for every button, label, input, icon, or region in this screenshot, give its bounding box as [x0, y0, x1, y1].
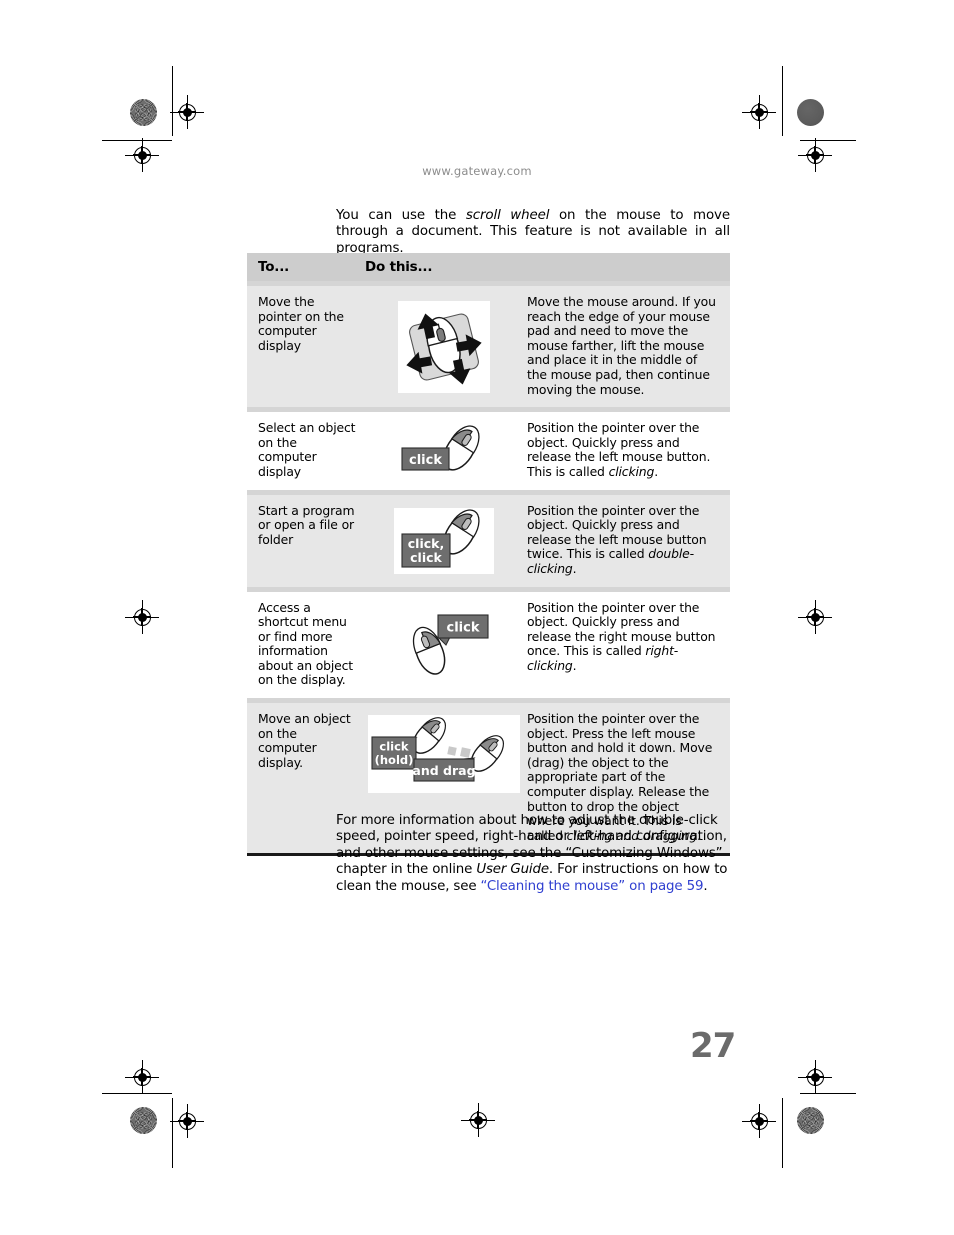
table-row: Start a program or open a file or folder… [247, 494, 730, 587]
callout-label-hold: (hold) [375, 753, 414, 767]
cell-do-description: Position the pointer over the object. Qu… [523, 592, 730, 699]
cell-to-label: Select an object on the computer display [258, 420, 356, 479]
registration-mark [125, 1060, 159, 1094]
registration-mark [742, 1104, 776, 1138]
registration-mark [461, 1103, 495, 1137]
callout-label-click-1: click, [408, 536, 444, 551]
trim-line [782, 1098, 784, 1168]
table-row: Select an object on the computer display… [247, 412, 730, 490]
trim-line [782, 66, 784, 136]
density-patch [797, 1107, 824, 1134]
cell-do-description: Position the pointer over the object. Qu… [523, 495, 730, 587]
callout-label-click-2: click [410, 550, 442, 565]
callout-label-click: click [379, 740, 409, 754]
column-header-to: To... [258, 259, 290, 275]
do-tail: . [654, 463, 659, 479]
registration-mark [798, 1060, 832, 1094]
closing-emphasis-user-guide: User Guide [476, 862, 549, 878]
mouse-on-pad-with-arrows-icon [398, 300, 490, 393]
cross-reference-link-cleaning-the-mouse[interactable]: “Cleaning the mouse” on page 59 [481, 879, 704, 894]
table-row: Access a shortcut menu or find more info… [247, 591, 730, 699]
cell-to-label: Start a program or open a file or folder [258, 502, 355, 547]
registration-mark [170, 95, 204, 129]
do-text: Position the pointer over the object. Qu… [527, 599, 716, 659]
density-patch [130, 99, 157, 126]
cell-do-description: Position the pointer over the object. Qu… [523, 412, 730, 489]
cell-illustration: click, click [365, 495, 523, 587]
intro-paragraph-block: You can use the scroll wheel on the mous… [336, 208, 730, 257]
intro-text-part1: You can use the [336, 208, 466, 223]
callout-label-and-drag: and drag [412, 763, 475, 778]
registration-mark [798, 600, 832, 634]
cell-illustration [365, 286, 523, 407]
density-patch [797, 99, 824, 126]
do-tail: . [572, 657, 577, 673]
mouse-double-click-icon: click, click [394, 507, 494, 574]
table-header-row: To... Do this... [247, 253, 730, 281]
registration-mark [742, 95, 776, 129]
trim-line [800, 1093, 856, 1095]
registration-mark [125, 600, 159, 634]
do-emphasis: clicking [608, 463, 655, 479]
intro-emphasis-scroll-wheel: scroll wheel [465, 208, 550, 223]
mouse-left-click-icon: click [394, 423, 494, 478]
cell-illustration: click [365, 412, 523, 489]
closing-text-part3: . [703, 878, 708, 894]
cell-illustration: click [365, 592, 523, 699]
callout-label-click: click [447, 620, 480, 635]
do-tail: . [572, 560, 577, 576]
mouse-click-and-drag-icon: click (hold) and drag [368, 715, 520, 794]
callout-label-click: click [409, 453, 442, 468]
cell-to-label: Access a shortcut menu or find more info… [258, 599, 354, 688]
closing-paragraph: For more information about how to adjust… [336, 813, 728, 895]
mouse-actions-table: To... Do this... Move the pointer on the… [247, 253, 730, 856]
density-patch [130, 1107, 157, 1134]
cell-do-description: Move the mouse around. If you reach the … [527, 294, 716, 397]
column-header-do-this: Do this... [365, 259, 433, 275]
running-head-url: www.gateway.com [422, 164, 532, 178]
registration-mark [170, 1104, 204, 1138]
trim-line [102, 1093, 172, 1095]
intro-paragraph: You can use the scroll wheel on the mous… [336, 208, 730, 257]
cell-to-label: Move the pointer on the computer display [258, 294, 344, 353]
mouse-right-click-icon: click [394, 604, 494, 685]
page-number: 27 [690, 1026, 736, 1066]
table-row: Move the pointer on the computer display [247, 286, 730, 408]
